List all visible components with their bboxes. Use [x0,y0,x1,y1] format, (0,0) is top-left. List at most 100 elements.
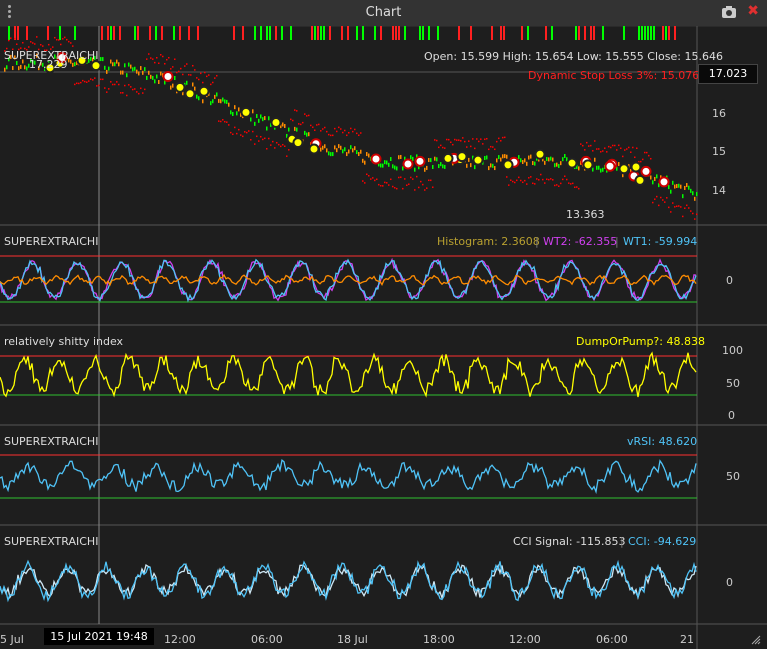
signal-bar [458,26,460,40]
candle [266,126,268,131]
stop-loss-mark [614,144,616,147]
stop-loss-mark [262,138,264,141]
signal-circle [414,155,426,167]
stop-loss-mark [452,143,454,146]
candle [192,82,194,87]
candle [552,157,554,162]
candle [338,144,340,149]
stop-loss-mark [650,157,652,160]
stop-loss-mark [210,83,212,86]
candle [282,122,284,127]
stop-loss-mark [500,140,502,142]
stop-loss-mark [34,43,36,45]
signal-bar [395,26,397,40]
stop-loss-mark [532,182,534,185]
stop-loss-mark [98,84,100,87]
candle [674,184,676,189]
stop-loss-mark [506,176,508,178]
signal-bar [17,26,19,40]
stop-loss-mark [528,177,530,179]
close-icon[interactable]: ✖ [747,3,759,19]
candle [218,98,220,103]
stop-loss-mark [246,131,248,134]
stop-loss-mark [272,140,274,143]
cci-line [0,559,697,603]
stop-loss-mark [314,129,316,131]
current-price-tag: 17.023 [698,64,758,84]
stop-loss-mark [312,126,314,128]
signal-circle [630,161,642,173]
stop-loss-mark [618,144,620,147]
rsi-panel-label: relatively shitty index [4,335,124,348]
stop-loss-mark [256,135,258,138]
stop-loss-mark [586,141,588,144]
stop-loss-mark [290,118,292,121]
candle [678,183,680,188]
candle [656,174,658,179]
stop-loss-mark [198,78,200,81]
resize-grip-icon[interactable] [751,635,761,645]
stop-loss-mark [624,149,626,151]
candle [230,110,232,115]
signal-bar [290,26,292,40]
candle [100,57,102,62]
stop-loss-mark [64,36,66,39]
stop-loss-mark [114,83,116,86]
stop-loss-mark [562,178,564,181]
ytick-vrsi: 50 [726,470,740,483]
stop-loss-mark [42,45,44,47]
candle [264,116,266,121]
stop-loss-mark [386,182,388,184]
candle [504,154,506,159]
stop-loss-mark [668,206,670,209]
candle [126,73,128,78]
stop-loss-mark [240,134,242,136]
candle [358,152,360,157]
signal-bar [647,26,649,40]
candle [170,85,172,90]
stop-loss-mark [322,128,324,130]
xtick: 18:00 [423,633,455,646]
signal-circle [292,137,304,149]
candle [138,71,140,76]
stop-loss-mark [90,78,92,80]
stop-loss-mark [584,149,586,151]
candle [474,165,476,170]
stop-loss-mark [450,141,452,143]
ytick-main: 14 [712,184,726,197]
stop-loss-mark [404,178,406,180]
stop-loss-mark [110,81,112,83]
stop-loss-mark [684,207,686,209]
signal-bar [545,26,547,40]
camera-icon[interactable] [721,5,737,19]
candle [690,188,692,193]
candle [326,148,328,153]
candle [438,164,440,169]
stop-loss-mark [410,176,412,179]
rsi-line [0,351,697,398]
candle [360,149,362,154]
stop-loss-mark [692,212,694,215]
stop-loss-mark [182,73,184,76]
stop-loss-mark [86,81,88,83]
candle [530,154,532,159]
candle [136,69,138,74]
stop-loss-mark [346,134,348,137]
stop-loss-mark [442,146,444,149]
stop-loss-mark [22,41,24,44]
candle [146,75,148,80]
signal-bar [113,26,115,40]
candle [652,180,654,185]
candle [594,157,596,162]
stop-loss-mark [470,145,472,148]
stop-loss-mark [232,133,234,136]
stop-loss-mark [216,74,218,77]
candle [402,166,404,171]
candle [444,164,446,169]
candle [214,94,216,99]
signal-bar [8,26,10,40]
legend-sep: | [620,535,624,548]
stop-loss-mark [358,134,360,137]
signal-bar [404,26,406,40]
stop-loss-mark [130,86,132,88]
